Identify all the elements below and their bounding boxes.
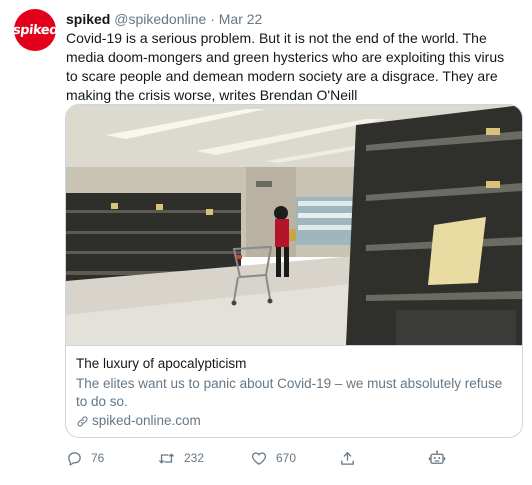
avatar[interactable]: spiked [11,9,59,51]
like-count: 670 [276,451,297,465]
reply-button[interactable]: 76 [66,447,104,469]
tweet-text: Covid-19 is a serious problem. But it is… [66,30,505,103]
tweet: spiked spiked @spikedonline · Mar 22 Cov… [0,0,532,485]
card-description: The elites want us to panic about Covid-… [76,376,503,409]
like-button[interactable]: 670 [250,447,296,469]
link-card[interactable]: The luxury of apocalypticism The elites … [65,104,523,438]
analytics-icon [428,450,446,464]
card-title[interactable]: The luxury of apocalypticism [76,355,516,373]
retweet-icon [158,452,175,464]
card-domain[interactable]: spiked-online.com [76,412,516,430]
retweet-count: 232 [184,451,205,465]
author-handle[interactable]: @spikedonline [114,11,206,27]
card-domain-text: spiked-online.com [92,413,201,428]
avatar-logo-text: spiked [11,22,59,38]
analytics-button[interactable] [428,447,454,469]
share-button[interactable] [339,447,364,469]
share-icon [341,451,354,465]
card-body: The luxury of apocalypticism The elites … [76,355,516,430]
separator: · [210,11,215,27]
tweet-header: spiked @spikedonline · Mar 22 [66,10,262,28]
card-image[interactable] [66,105,522,346]
tweet-date[interactable]: Mar 22 [219,11,263,27]
author-name[interactable]: spiked [66,11,110,27]
link-icon [77,415,88,427]
retweet-button[interactable]: 232 [157,447,204,469]
like-icon [251,451,267,465]
action-bar: 76 232 670 [64,447,524,469]
reply-count: 76 [91,451,105,465]
reply-icon [68,451,81,466]
